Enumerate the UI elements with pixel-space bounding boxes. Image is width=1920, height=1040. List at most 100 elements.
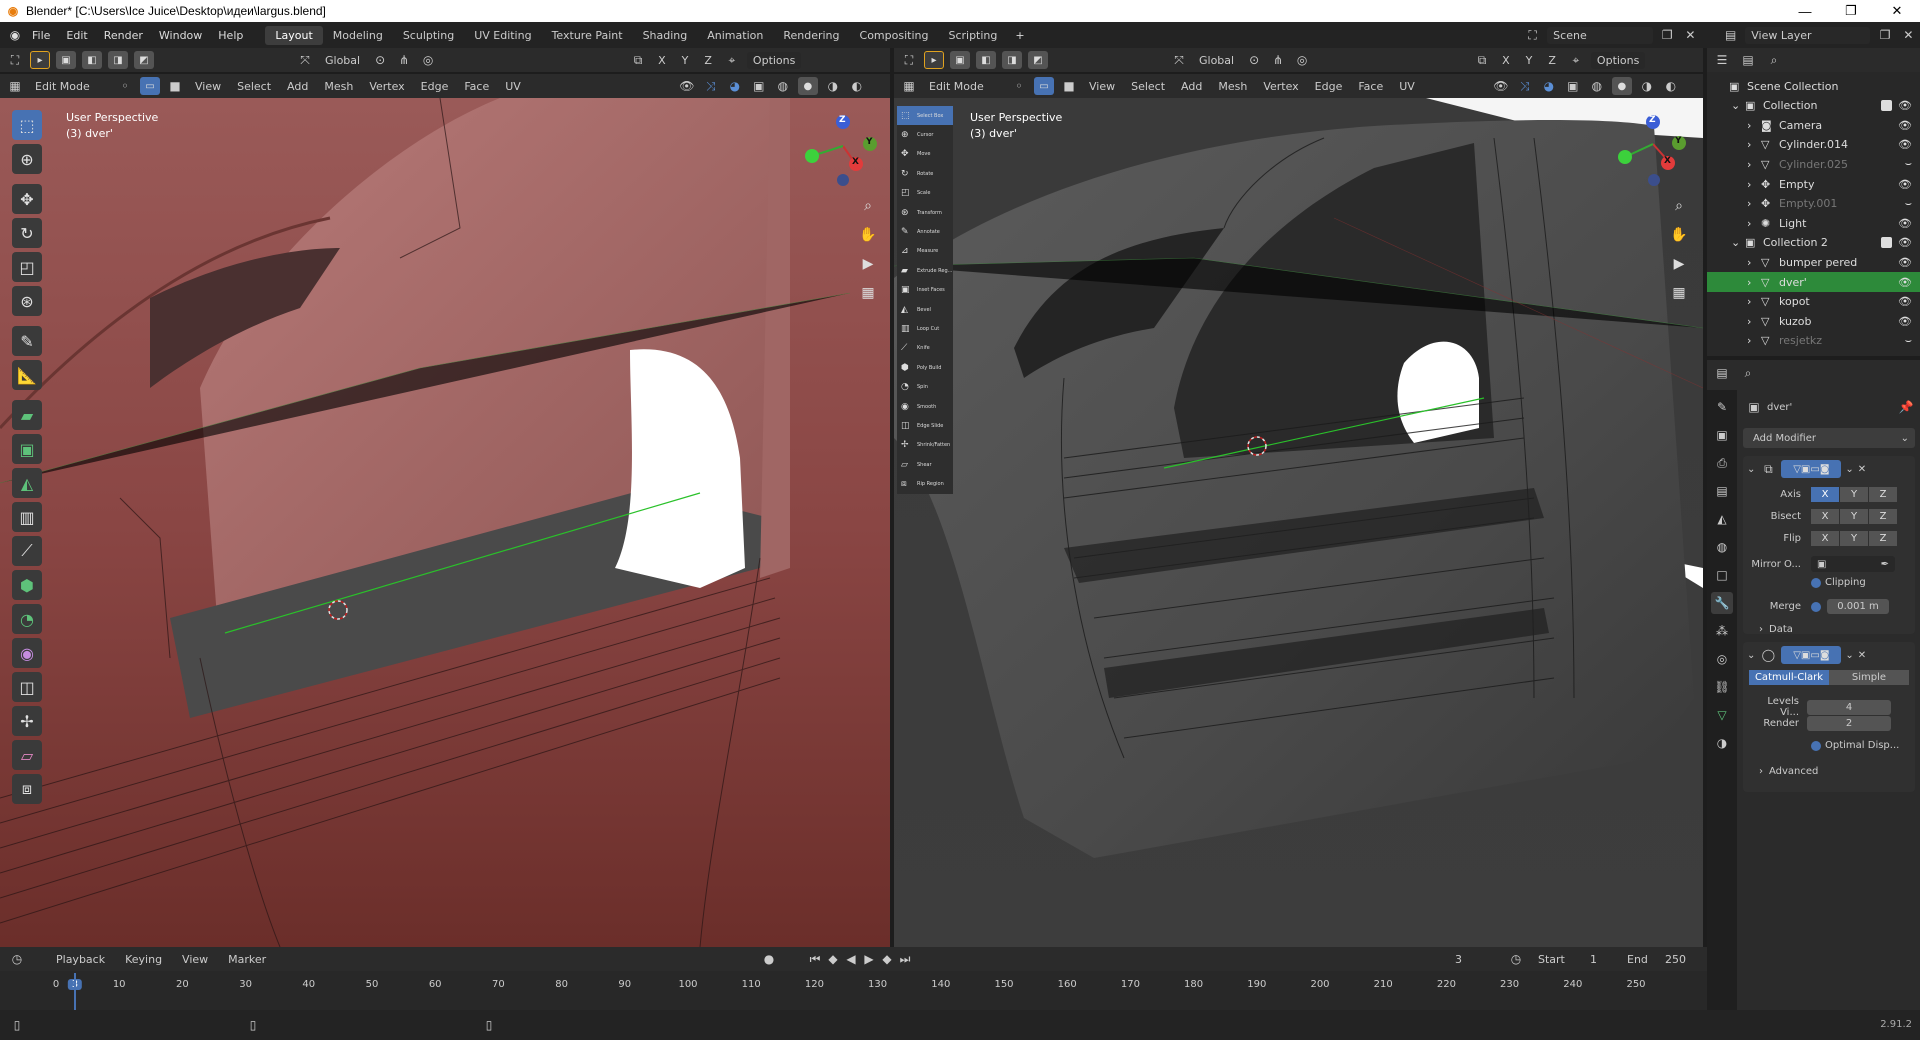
overlay-toggle-icon[interactable]: ◕: [1540, 77, 1558, 95]
select-mode-invert-icon[interactable]: ◩: [1028, 51, 1048, 69]
menu-help[interactable]: Help: [210, 29, 251, 42]
outliner-search-icon[interactable]: ⌕: [1765, 51, 1783, 69]
mini-tool-rotate[interactable]: ↻ Rotate: [897, 164, 953, 183]
gizmo-z-label[interactable]: Z: [1649, 115, 1656, 125]
mini-tool-move[interactable]: ✥ Move: [897, 145, 953, 164]
visibility-eye-icon[interactable]: 👁: [1898, 138, 1912, 151]
display-mode-icon[interactable]: ▤: [1739, 51, 1757, 69]
pivot-icon[interactable]: ⊙: [371, 51, 389, 69]
remove-view-layer-icon[interactable]: ✕: [1900, 26, 1917, 44]
material-tab-icon[interactable]: ◑: [1711, 732, 1733, 754]
gizmo-y-label[interactable]: Y: [1675, 136, 1682, 146]
menu-mesh[interactable]: Mesh: [319, 80, 358, 93]
gizmo-y-label[interactable]: Y: [866, 137, 873, 147]
mini-tool-spin[interactable]: ◔ Spin: [897, 377, 953, 396]
poly-build-icon[interactable]: ⬢: [12, 570, 42, 600]
visibility-eye-icon[interactable]: ⌣: [1905, 197, 1912, 211]
mirror-z-toggle[interactable]: Z: [1543, 54, 1561, 67]
pan-hand-icon[interactable]: ✋: [855, 222, 881, 248]
xray-icon[interactable]: ▣: [750, 77, 768, 95]
menu-view[interactable]: View: [1084, 80, 1120, 93]
select-mode-invert-icon[interactable]: ◩: [134, 51, 154, 69]
outliner-item[interactable]: › ✺ Light 👁: [1707, 213, 1920, 233]
mini-tool-scale[interactable]: ◰ Scale: [897, 184, 953, 203]
vertex-select-icon[interactable]: ◦: [116, 77, 134, 95]
optimal-display-checkbox[interactable]: [1811, 740, 1821, 751]
modifier-tab-icon[interactable]: 🔧: [1711, 592, 1733, 614]
mirror-axis-icon[interactable]: ⧉: [629, 51, 647, 69]
ortho-grid-icon[interactable]: ▦: [1666, 280, 1692, 306]
visibility-icon[interactable]: 👁: [1492, 77, 1510, 95]
view-layer-field[interactable]: View Layer: [1745, 26, 1871, 44]
render-levels-field[interactable]: 2: [1807, 716, 1891, 731]
mini-tool-cursor[interactable]: ⊕ Cursor: [897, 125, 953, 144]
menu-window[interactable]: Window: [151, 29, 210, 42]
merge-value-field[interactable]: 0.001 m: [1827, 599, 1889, 614]
outliner-editor-icon[interactable]: ☰: [1713, 51, 1731, 69]
select-mode-extend-icon[interactable]: ◧: [82, 51, 102, 69]
select-box-icon[interactable]: ⬚: [12, 110, 42, 140]
gizmo-x-label[interactable]: X: [1664, 156, 1671, 166]
data-tab-icon[interactable]: ▽: [1711, 704, 1733, 726]
mini-tool-measure[interactable]: ⊿ Measure: [897, 242, 953, 261]
playhead[interactable]: [74, 973, 76, 1010]
timeline-ruler[interactable]: 0310203040506070809010011012013014015016…: [0, 947, 1707, 1010]
menu-render[interactable]: Render: [96, 29, 151, 42]
visibility-eye-icon[interactable]: 👁: [1898, 217, 1912, 230]
menu-file[interactable]: File: [24, 29, 58, 42]
modifier-display-toggles[interactable]: ▽▣▭◙: [1781, 646, 1842, 664]
menu-face[interactable]: Face: [459, 80, 494, 93]
face-select-icon[interactable]: ■: [1060, 77, 1078, 95]
annotate-icon[interactable]: ✎: [12, 326, 42, 356]
edge-select-icon[interactable]: ▭: [1034, 77, 1054, 95]
add-workspace-button[interactable]: +: [1007, 29, 1032, 42]
visibility-eye-icon[interactable]: 👁: [1898, 315, 1912, 328]
outliner-item[interactable]: › ▽ Cylinder.025 ⌣: [1707, 154, 1920, 174]
mini-tool-smooth[interactable]: ◉ Smooth: [897, 397, 953, 416]
select-mode-extend-icon[interactable]: ◧: [976, 51, 996, 69]
menu-mesh[interactable]: Mesh: [1213, 80, 1252, 93]
modifier-display-toggles[interactable]: ▽▣▭◙: [1781, 460, 1842, 478]
outliner-item[interactable]: ⌄ ▣ Collection 2 👁: [1707, 233, 1920, 253]
mini-tool-inset[interactable]: ▣ Inset Faces: [897, 281, 953, 300]
mirror-z-toggle[interactable]: Z: [699, 54, 717, 67]
new-view-layer-icon[interactable]: ❐: [1876, 26, 1893, 44]
bisect-y-toggle[interactable]: Y: [1840, 509, 1868, 524]
tab-layout[interactable]: Layout: [265, 25, 323, 45]
expand-arrow-icon[interactable]: ›: [1747, 295, 1751, 308]
mini-tool-annotate[interactable]: ✎ Annotate: [897, 222, 953, 241]
expand-arrow-icon[interactable]: ›: [1747, 197, 1751, 210]
expand-arrow-icon[interactable]: ›: [1747, 276, 1751, 289]
smooth-icon[interactable]: ◉: [12, 638, 42, 668]
options-dropdown[interactable]: Options: [1590, 51, 1646, 69]
view-layer-tab-icon[interactable]: ▤: [1711, 480, 1733, 502]
outliner-item[interactable]: › ▽ bumper pered 👁: [1707, 252, 1920, 272]
catmull-clark-button[interactable]: Catmull-Clark: [1749, 670, 1829, 685]
ortho-grid-icon[interactable]: ▦: [855, 280, 881, 306]
object-tab-icon[interactable]: □: [1711, 564, 1733, 586]
menu-edge[interactable]: Edge: [416, 80, 454, 93]
mini-tool-bevel[interactable]: ◭ Bevel: [897, 300, 953, 319]
loop-cut-icon[interactable]: ▥: [12, 502, 42, 532]
transform-icon[interactable]: ⊛: [12, 286, 42, 316]
camera-view-icon[interactable]: ▶: [855, 251, 881, 277]
minimize-button[interactable]: —: [1782, 0, 1828, 22]
expand-arrow-icon[interactable]: ›: [1747, 256, 1751, 269]
mini-tool-edge-slide[interactable]: ◫ Edge Slide: [897, 416, 953, 435]
shrink-fatten-icon[interactable]: ✢: [12, 706, 42, 736]
outliner-item[interactable]: › ◙ Camera 👁: [1707, 115, 1920, 135]
advanced-subpanel[interactable]: › Advanced: [1759, 766, 1879, 777]
outliner-item[interactable]: › ▽ kopot 👁: [1707, 292, 1920, 312]
visibility-eye-icon[interactable]: 👁: [1898, 178, 1912, 191]
cursor-icon[interactable]: ⊕: [12, 144, 42, 174]
menu-select[interactable]: Select: [232, 80, 276, 93]
expand-arrow-icon[interactable]: ›: [1747, 178, 1751, 191]
shear-icon[interactable]: ▱: [12, 740, 42, 770]
output-tab-icon[interactable]: ⎙: [1711, 452, 1733, 474]
menu-vertex[interactable]: Vertex: [364, 80, 409, 93]
visibility-eye-icon[interactable]: 👁: [1898, 276, 1912, 289]
edge-slide-icon[interactable]: ◫: [12, 672, 42, 702]
mode-dropdown[interactable]: Edit Mode: [30, 80, 110, 93]
axis-y-toggle[interactable]: Y: [1840, 487, 1868, 502]
visibility-eye-icon[interactable]: 👁: [1898, 256, 1912, 269]
